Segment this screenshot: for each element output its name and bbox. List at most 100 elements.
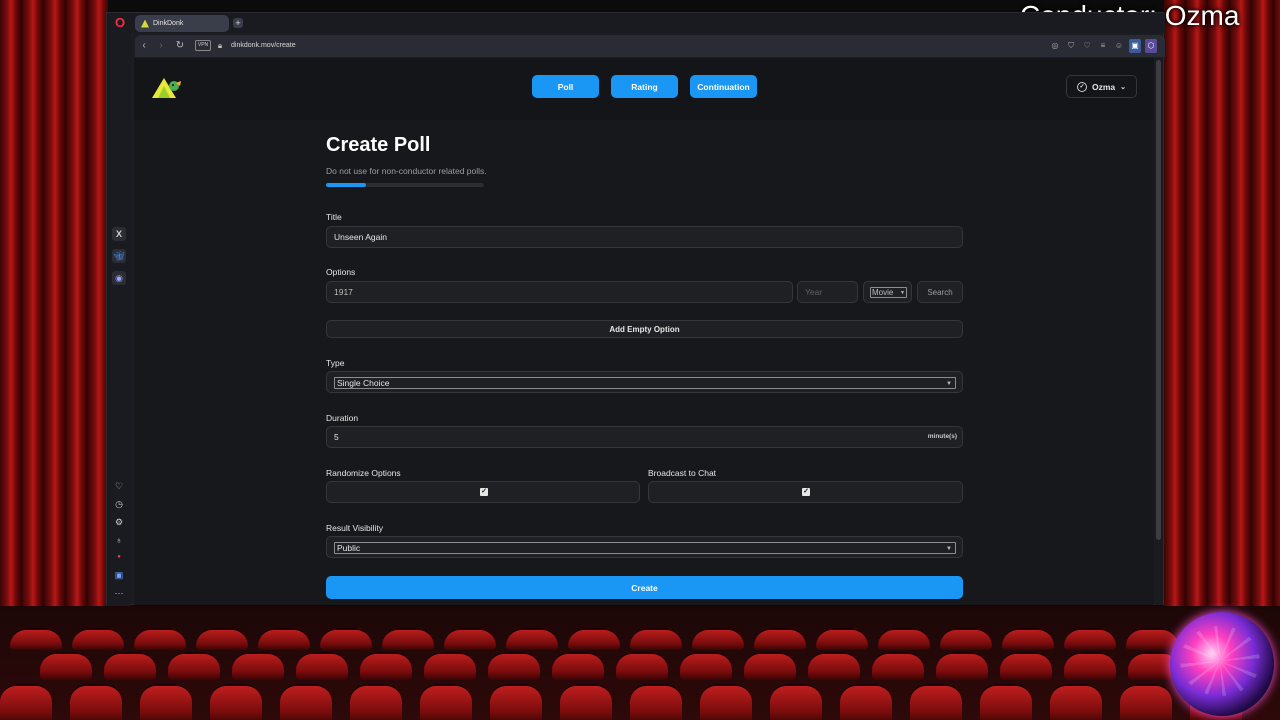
theater-seat bbox=[616, 652, 668, 680]
extension-cube-icon[interactable]: ⬡ bbox=[1145, 39, 1157, 53]
theater-seat bbox=[382, 628, 434, 650]
theater-seat bbox=[444, 628, 496, 650]
randomize-options-label: Randomize Options bbox=[326, 468, 401, 478]
address-bar: ‹ › ↻ VPN 🔒︎ dinkdonk.mov/create ◎ ⛉ ♡ ≡… bbox=[135, 35, 1165, 57]
theater-seat bbox=[196, 628, 248, 650]
theater-seat bbox=[840, 684, 892, 720]
user-name: Ozma bbox=[1091, 81, 1116, 92]
user-menu-button[interactable]: ✓ Ozma ⌄ bbox=[1066, 75, 1137, 98]
theater-seat bbox=[488, 652, 540, 680]
duration-label: Duration bbox=[326, 413, 359, 423]
address-bar-icons: ◎ ⛉ ♡ ≡ ☺ ▣ ⬡ bbox=[1049, 39, 1157, 53]
broadcast-to-chat-label: Broadcast to Chat bbox=[648, 468, 717, 478]
scrollbar-thumb[interactable] bbox=[1156, 60, 1161, 540]
web-page: Poll Rating Continuation ✓ Ozma ⌄ Create… bbox=[134, 58, 1154, 605]
history-icon[interactable]: ◷ bbox=[112, 497, 126, 511]
new-tab-button[interactable]: + bbox=[233, 18, 243, 28]
opera-logo-icon[interactable]: O bbox=[113, 16, 127, 30]
bluesky-icon[interactable]: 🦋︎ bbox=[112, 249, 126, 263]
create-button[interactable]: Create bbox=[326, 576, 963, 599]
option-input[interactable]: 1917 bbox=[326, 281, 793, 303]
theater-seat bbox=[72, 628, 124, 650]
media-type-value: Movie ▼ bbox=[870, 287, 907, 298]
theater-seat bbox=[232, 652, 284, 680]
randomize-options-field[interactable]: ✓ bbox=[326, 481, 640, 503]
lock-icon[interactable]: 🔒︎ bbox=[215, 40, 225, 52]
page-title: Create Poll bbox=[326, 134, 431, 156]
broadcast-to-chat-field[interactable]: ✓ bbox=[648, 481, 963, 503]
duration-input[interactable]: 5 minute(s) bbox=[326, 426, 963, 448]
theater-seat bbox=[70, 684, 122, 720]
media-type-select[interactable]: Movie ▼ bbox=[863, 281, 912, 303]
opera-sidebar: X 🦋︎ ◉ ♡ ◷ ⚙ ♁ ● ▣ ··· bbox=[107, 33, 131, 606]
extension-icon[interactable]: ▣ bbox=[1129, 39, 1141, 53]
theater-seat bbox=[1126, 628, 1178, 650]
theater-seat bbox=[490, 684, 542, 720]
title-label: Title bbox=[326, 212, 342, 222]
theater-seat bbox=[280, 684, 332, 720]
theater-seat bbox=[1050, 684, 1102, 720]
media-type-selected: Movie bbox=[872, 288, 894, 297]
theater-seat bbox=[40, 652, 92, 680]
record-icon[interactable]: ● bbox=[112, 550, 126, 564]
theater-seat bbox=[10, 628, 62, 650]
url-field[interactable]: dinkdonk.mov/create bbox=[231, 40, 296, 52]
theater-seat bbox=[910, 684, 962, 720]
tab-favicon-icon bbox=[141, 19, 149, 28]
back-icon[interactable]: ‹ bbox=[137, 39, 151, 53]
theater-seat bbox=[700, 684, 752, 720]
shield-icon[interactable]: ⛉ bbox=[1065, 39, 1077, 53]
lightbulb-icon[interactable]: ♁ bbox=[112, 533, 126, 547]
forward-icon[interactable]: › bbox=[154, 39, 168, 53]
discord-icon[interactable]: ◉ bbox=[112, 271, 126, 285]
theater-seat bbox=[568, 628, 620, 650]
dinkdonk-logo[interactable] bbox=[150, 74, 182, 100]
theater-seat bbox=[1120, 684, 1172, 720]
theater-seat bbox=[552, 652, 604, 680]
randomize-options-checkbox[interactable]: ✓ bbox=[480, 488, 488, 496]
chevron-down-icon: ▼ bbox=[946, 381, 952, 387]
theater-seat bbox=[134, 628, 186, 650]
profile-icon[interactable]: ☺ bbox=[1113, 39, 1125, 53]
x-icon[interactable]: X bbox=[112, 227, 126, 241]
page-scrollbar[interactable] bbox=[1155, 58, 1163, 605]
theater-seat bbox=[980, 684, 1032, 720]
theater-seat bbox=[692, 628, 744, 650]
chevron-down-icon: ⌄ bbox=[1120, 83, 1127, 91]
theater-seat bbox=[1002, 628, 1054, 650]
menu-icon[interactable]: ≡ bbox=[1097, 39, 1109, 53]
more-icon[interactable]: ··· bbox=[112, 586, 126, 600]
theater-seat bbox=[320, 628, 372, 650]
year-input[interactable]: Year bbox=[797, 281, 858, 303]
title-input[interactable]: Unseen Again bbox=[326, 226, 963, 248]
type-select[interactable]: Single Choice ▼ bbox=[326, 371, 963, 393]
tab-title: DinkDonk bbox=[153, 20, 184, 27]
theater-seat bbox=[210, 684, 262, 720]
theater-seat bbox=[680, 652, 732, 680]
broadcast-to-chat-checkbox[interactable]: ✓ bbox=[802, 488, 810, 496]
chevron-down-icon: ▼ bbox=[946, 546, 952, 552]
search-button[interactable]: Search bbox=[917, 281, 963, 303]
theater-seat bbox=[360, 652, 412, 680]
vpn-badge[interactable]: VPN bbox=[195, 40, 211, 51]
theater-seat bbox=[770, 684, 822, 720]
create-poll-form: Create Poll Do not use for non-conductor… bbox=[326, 58, 963, 605]
heart-icon[interactable]: ♡ bbox=[1081, 39, 1093, 53]
theater-seat bbox=[1000, 652, 1052, 680]
settings-icon[interactable]: ⚙ bbox=[112, 515, 126, 529]
theater-seat bbox=[258, 628, 310, 650]
page-subtitle: Do not use for non-conductor related pol… bbox=[326, 166, 487, 176]
theater-seat bbox=[872, 652, 924, 680]
browser-tab[interactable]: DinkDonk bbox=[135, 15, 229, 32]
result-visibility-select[interactable]: Public ▼ bbox=[326, 536, 963, 558]
theater-seat bbox=[630, 684, 682, 720]
add-empty-option-button[interactable]: Add Empty Option bbox=[326, 320, 963, 338]
heart-icon[interactable]: ♡ bbox=[112, 479, 126, 493]
reload-icon[interactable]: ↻ bbox=[173, 39, 187, 53]
theater-seat bbox=[816, 628, 868, 650]
options-label: Options bbox=[326, 267, 356, 277]
extension-icon[interactable]: ▣ bbox=[112, 568, 126, 582]
theater-seat bbox=[1064, 652, 1116, 680]
result-visibility-value: Public ▼ bbox=[334, 542, 956, 554]
camera-icon[interactable]: ◎ bbox=[1049, 39, 1061, 53]
